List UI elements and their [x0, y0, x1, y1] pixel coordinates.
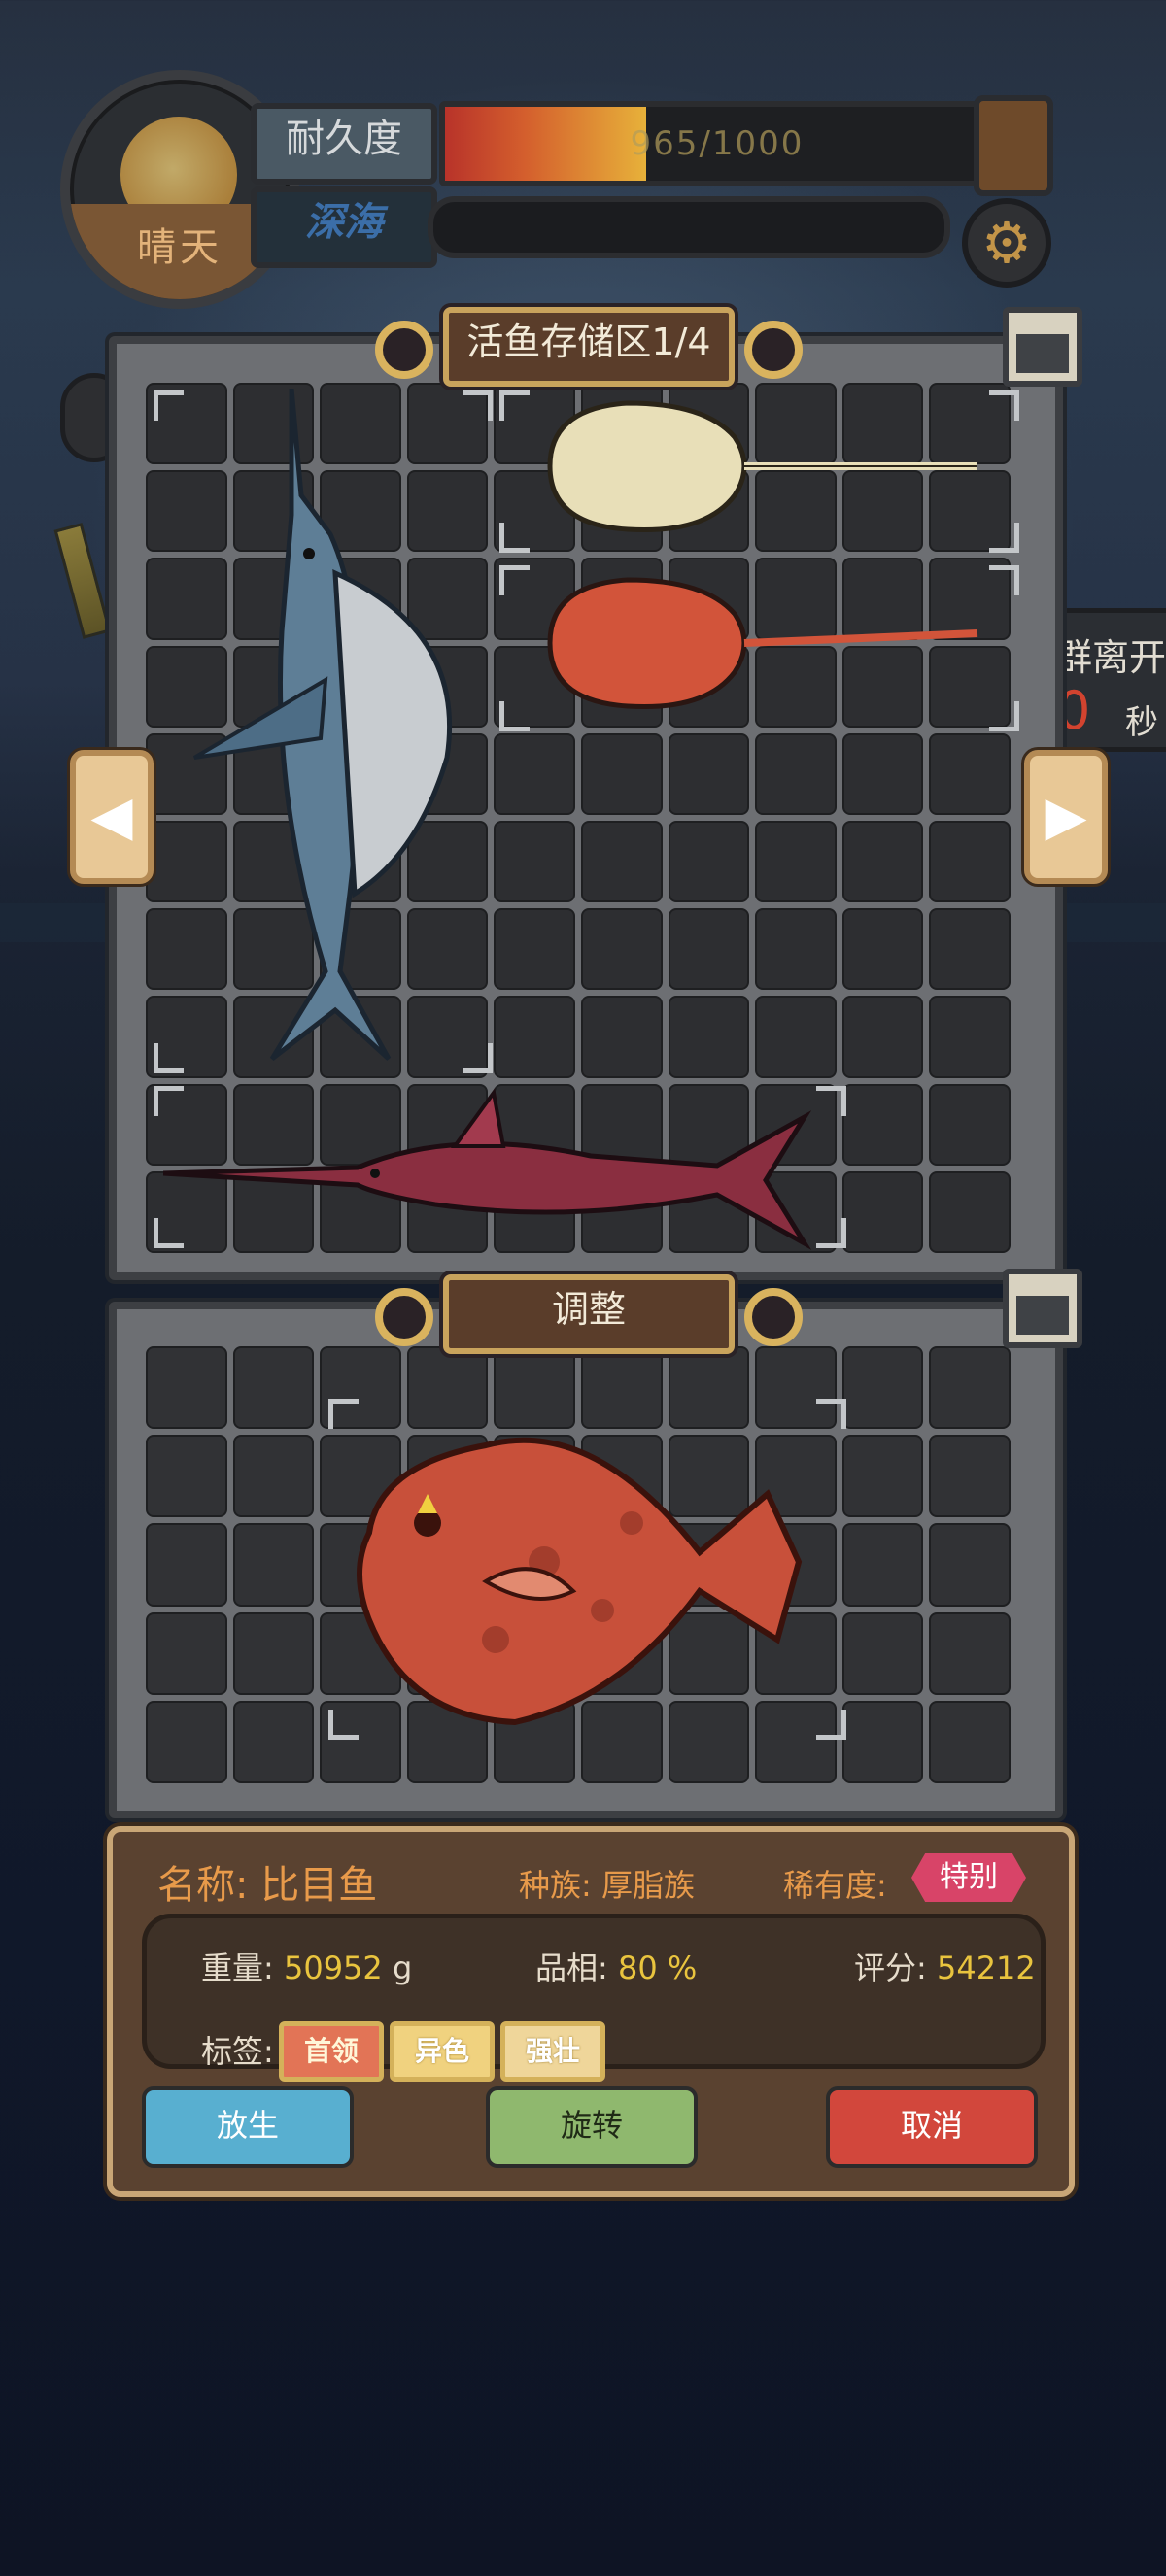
grid-cell[interactable]: [232, 1346, 315, 1430]
grid-cell[interactable]: [494, 820, 575, 903]
notice-unit: 秒: [1125, 703, 1158, 742]
grid-cell[interactable]: [841, 1435, 924, 1518]
grid-cell[interactable]: [668, 732, 750, 815]
title-ring-left: [375, 321, 433, 379]
next-page-button[interactable]: ▶: [1024, 750, 1108, 884]
grid-cell[interactable]: [146, 1523, 227, 1607]
grid-cell[interactable]: [841, 1346, 924, 1430]
grid-cell[interactable]: [929, 1083, 1011, 1166]
grid-cell[interactable]: [841, 1523, 924, 1607]
grid-cell[interactable]: [929, 1170, 1011, 1253]
grid-cell[interactable]: [494, 908, 575, 991]
swordfish[interactable]: [163, 1088, 824, 1253]
durability-label: 耐久度: [251, 103, 437, 185]
fish-info-panel: 名称: 比目鱼 种族: 厚脂族 稀有度: 特别 重量: 50952 g 品相: …: [107, 1826, 1075, 2197]
prev-page-button[interactable]: ◀: [70, 750, 154, 884]
grid-cell[interactable]: [929, 1700, 1011, 1783]
weight-value: 50952: [283, 1949, 383, 1986]
grid-cell[interactable]: [232, 1611, 315, 1695]
sailfish[interactable]: [155, 389, 466, 1068]
gear-icon[interactable]: ⚙: [962, 198, 1051, 288]
grid-cell[interactable]: [929, 1346, 1011, 1430]
grid-cell[interactable]: [580, 908, 663, 991]
grid-cell[interactable]: [146, 1346, 227, 1430]
quality-value: 80: [617, 1949, 658, 1986]
durability-bar: 965/1000: [439, 101, 995, 186]
grid-cell[interactable]: [929, 996, 1011, 1078]
rarity-badge: 特别: [911, 1853, 1026, 1902]
grid-cell[interactable]: [580, 996, 663, 1078]
depth-bar: [428, 196, 950, 258]
grid-cell[interactable]: [929, 908, 1011, 991]
rotate-button[interactable]: 旋转: [486, 2086, 698, 2168]
rarity-label: 稀有度:: [783, 1867, 887, 1904]
grid-cell[interactable]: [929, 732, 1011, 815]
grid-cell[interactable]: [668, 820, 750, 903]
grid-cell[interactable]: [929, 1611, 1011, 1695]
grid-cell[interactable]: [668, 908, 750, 991]
grid-cell[interactable]: [929, 820, 1011, 903]
grid-cell[interactable]: [755, 732, 837, 815]
weight-stat: 重量: 50952 g: [201, 1949, 413, 1986]
horseshoe-crab-pale[interactable]: [540, 398, 987, 534]
grid-cell[interactable]: [841, 1611, 924, 1695]
grid-cell[interactable]: [841, 996, 924, 1078]
notice-text: 群离开: [1055, 636, 1166, 679]
fish-race: 种族: 厚脂族: [519, 1867, 695, 1904]
adjust-title: 调整: [443, 1274, 735, 1354]
grid-cell[interactable]: [146, 1700, 227, 1783]
grid-cell[interactable]: [841, 908, 924, 991]
grid-cell[interactable]: [929, 1435, 1011, 1518]
tag-strong: 强壮: [500, 2021, 605, 2082]
grid-cell[interactable]: [755, 996, 837, 1078]
grid-cell[interactable]: [146, 1435, 227, 1518]
quality-stat: 品相: 80 %: [535, 1949, 698, 1986]
stats-box: 重量: 50952 g 品相: 80 % 评分: 54212 标签: 首领 异色…: [142, 1914, 1046, 2082]
horseshoe-crab-red[interactable]: [540, 575, 987, 711]
grid-cell[interactable]: [841, 820, 924, 903]
grid-cell[interactable]: [580, 732, 663, 815]
grid-cell[interactable]: [841, 1700, 924, 1783]
release-button[interactable]: 放生: [142, 2086, 354, 2168]
expand-icon-2[interactable]: [1003, 1269, 1082, 1348]
grid-cell[interactable]: [232, 1435, 315, 1518]
durability-bar-cap: [974, 95, 1053, 196]
grid-cell[interactable]: [232, 1523, 315, 1607]
grid-cell[interactable]: [841, 1170, 924, 1253]
expand-icon[interactable]: [1003, 307, 1082, 387]
depth-label: 深海: [251, 186, 437, 268]
score-stat: 评分: 54212: [854, 1949, 1036, 1986]
grid-cell[interactable]: [580, 820, 663, 903]
grid-cell[interactable]: [494, 996, 575, 1078]
flounder[interactable]: [350, 1407, 806, 1737]
score-value: 54212: [936, 1949, 1036, 1986]
title-ring-right: [744, 321, 803, 379]
durability-value: 965/1000: [630, 124, 805, 163]
tag-variant-color: 异色: [390, 2021, 495, 2082]
grid-cell[interactable]: [929, 1523, 1011, 1607]
grid-cell[interactable]: [232, 1700, 315, 1783]
grid-cell[interactable]: [494, 732, 575, 815]
tags-label: 标签:: [201, 2033, 274, 2070]
storage-title: 活鱼存储区1/4: [443, 307, 735, 387]
grid-cell[interactable]: [841, 732, 924, 815]
grid-cell[interactable]: [755, 820, 837, 903]
grid-cell[interactable]: [668, 996, 750, 1078]
grid-cell[interactable]: [755, 908, 837, 991]
grid-cell[interactable]: [841, 1083, 924, 1166]
tag-leader: 首领: [279, 2021, 384, 2082]
fish-name: 名称: 比目鱼: [157, 1863, 378, 1908]
cancel-button[interactable]: 取消: [826, 2086, 1038, 2168]
grid-cell[interactable]: [146, 1611, 227, 1695]
